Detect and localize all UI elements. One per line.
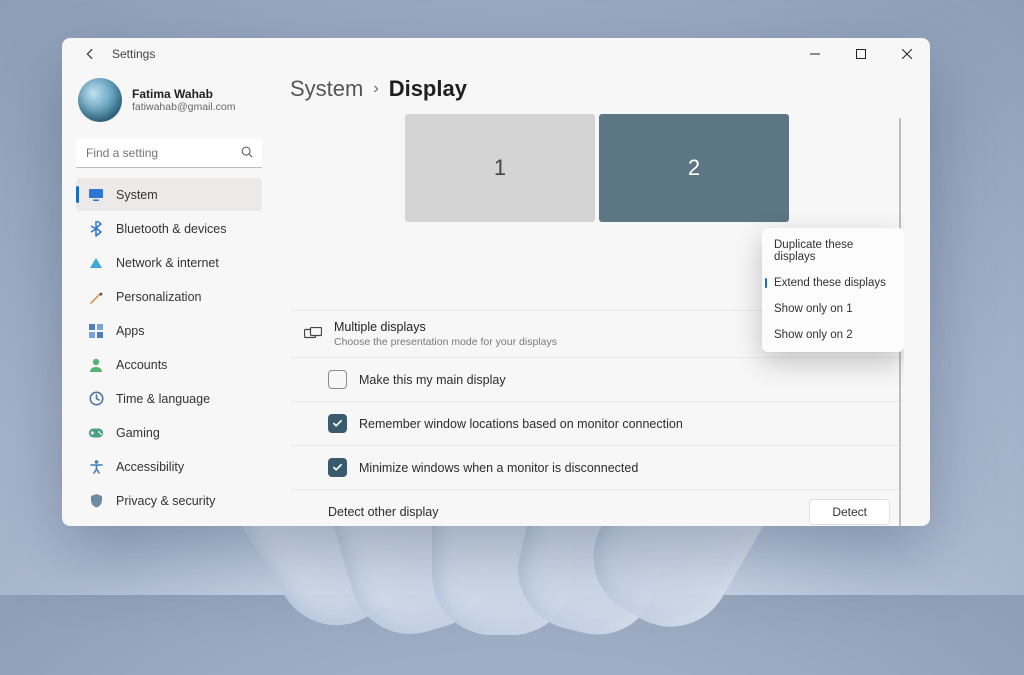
checkbox-minimize[interactable] [328, 458, 347, 477]
nav-item-label: Time & language [116, 392, 210, 406]
main: System › Display 1 2 Identify Duplicate … [272, 70, 930, 526]
profile-name: Fatima Wahab [132, 87, 235, 101]
option-label: Minimize windows when a monitor is disco… [359, 461, 638, 475]
display-mode-dropdown[interactable]: Duplicate these displaysExtend these dis… [762, 228, 904, 352]
arrow-left-icon [83, 47, 97, 61]
maximize-button[interactable] [838, 38, 884, 70]
avatar [78, 78, 122, 122]
titlebar-title: Settings [112, 47, 155, 61]
nav: System Bluetooth & devices Network & inter… [76, 178, 262, 526]
nav-item-label: Accounts [116, 358, 167, 372]
sidebar: Fatima Wahab fatiwahab@gmail.com System B… [62, 70, 272, 526]
detect-display-row: Detect other display Detect [290, 490, 904, 526]
minimize-button[interactable] [792, 38, 838, 70]
nav-item-label: Apps [116, 324, 145, 338]
nav-item-time[interactable]: Time & language [76, 382, 262, 415]
system-icon [88, 187, 104, 203]
option-remember-locations[interactable]: Remember window locations based on monit… [290, 402, 904, 446]
nav-item-accessibility[interactable]: Accessibility [76, 450, 262, 483]
row-title: Multiple displays [334, 320, 557, 334]
display-2[interactable]: 2 [599, 114, 789, 222]
row-label: Detect other display [328, 505, 438, 519]
nav-item-label: Network & internet [116, 256, 219, 270]
option-main-display[interactable]: Make this my main display [290, 358, 904, 402]
option-label: Make this my main display [359, 373, 506, 387]
profile-email: fatiwahab@gmail.com [132, 101, 235, 113]
nav-item-label: Personalization [116, 290, 201, 304]
gaming-icon [88, 425, 104, 441]
minimize-icon [810, 49, 820, 59]
maximize-icon [856, 49, 866, 59]
accounts-icon [88, 357, 104, 373]
nav-item-label: Privacy & security [116, 494, 215, 508]
nav-item-privacy[interactable]: Privacy & security [76, 484, 262, 517]
dropdown-option[interactable]: Show only on 1 [762, 296, 904, 322]
back-button[interactable] [80, 44, 100, 64]
time-icon [88, 391, 104, 407]
dropdown-option[interactable]: Show only on 2 [762, 322, 904, 348]
accessibility-icon [88, 459, 104, 475]
nav-item-bluetooth[interactable]: Bluetooth & devices [76, 212, 262, 245]
breadcrumb: System › Display [290, 74, 904, 102]
displays-icon [304, 327, 322, 341]
nav-item-network[interactable]: Network & internet [76, 246, 262, 279]
nav-item-accounts[interactable]: Accounts [76, 348, 262, 381]
bluetooth-icon [88, 221, 104, 237]
content: 1 2 Identify Duplicate these displaysExt… [290, 114, 904, 526]
nav-item-label: Accessibility [116, 460, 184, 474]
option-label: Remember window locations based on monit… [359, 417, 683, 431]
nav-item-update[interactable]: Windows Update [76, 518, 262, 526]
close-icon [902, 49, 912, 59]
user-profile[interactable]: Fatima Wahab fatiwahab@gmail.com [76, 74, 262, 136]
personalize-icon [88, 289, 104, 305]
settings-window: Settings Fatima Wahab fatiwahab@gmail.co… [62, 38, 930, 526]
nav-item-label: Gaming [116, 426, 160, 440]
nav-item-personalize[interactable]: Personalization [76, 280, 262, 313]
nav-item-label: System [116, 188, 158, 202]
dropdown-option[interactable]: Extend these displays [762, 270, 904, 296]
display-1[interactable]: 1 [405, 114, 595, 222]
detect-button[interactable]: Detect [809, 499, 890, 525]
apps-icon [88, 323, 104, 339]
titlebar: Settings [62, 38, 930, 70]
nav-item-gaming[interactable]: Gaming [76, 416, 262, 449]
checkbox-remember[interactable] [328, 414, 347, 433]
nav-item-label: Bluetooth & devices [116, 222, 227, 236]
network-icon [88, 255, 104, 271]
search-input[interactable] [76, 138, 262, 168]
dropdown-option[interactable]: Duplicate these displays [762, 232, 904, 270]
option-minimize-disconnect[interactable]: Minimize windows when a monitor is disco… [290, 446, 904, 490]
privacy-icon [88, 493, 104, 509]
checkbox-main[interactable] [328, 370, 347, 389]
breadcrumb-current: Display [389, 76, 467, 102]
nav-item-apps[interactable]: Apps [76, 314, 262, 347]
chevron-right-icon: › [373, 80, 378, 98]
breadcrumb-parent[interactable]: System [290, 76, 363, 102]
display-visualizer: 1 2 Identify Duplicate these displaysExt… [290, 114, 904, 304]
nav-item-system[interactable]: System [76, 178, 262, 211]
row-sub: Choose the presentation mode for your di… [334, 336, 557, 348]
close-button[interactable] [884, 38, 930, 70]
search-icon [240, 145, 254, 159]
